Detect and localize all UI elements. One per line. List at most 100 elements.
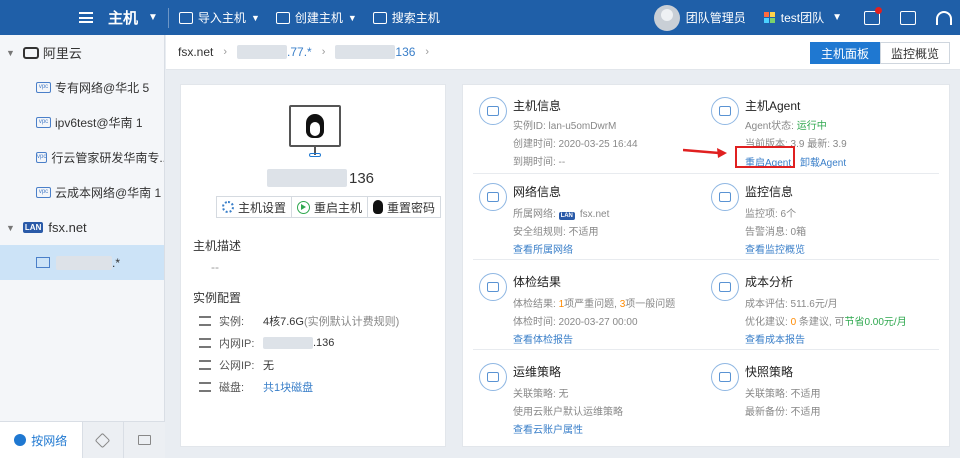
chevron-right-icon: ›: [425, 46, 430, 58]
saving-value: 节省0.00元/月: [844, 317, 907, 328]
config-row-public-ip: 公网IP: 无: [199, 357, 274, 373]
config-value: .136: [313, 337, 335, 349]
card-row: 实例ID: lan-u5omDwrM: [513, 121, 617, 132]
task-icon[interactable]: [892, 0, 924, 35]
disk-icon: [199, 382, 211, 392]
breadcrumb-item[interactable]: .77.*: [287, 45, 312, 59]
card-row: 使用云账户默认运维策略: [513, 407, 623, 418]
reset-password-button[interactable]: 重置密码: [367, 196, 442, 218]
redacted-text: [56, 255, 112, 270]
vpc-icon: vpc: [36, 152, 48, 163]
chevron-right-icon: ›: [223, 46, 228, 58]
view-cloud-account-link[interactable]: 查看云账户属性: [513, 421, 583, 436]
card-title: 主机Agent: [745, 99, 801, 113]
sidebar-group-lan[interactable]: ▼ LAN fsx.net: [0, 210, 164, 245]
message-icon[interactable]: [856, 0, 888, 35]
search-host-button[interactable]: 搜索主机: [372, 9, 440, 26]
chevron-down-icon[interactable]: ▼: [832, 12, 842, 23]
config-key: 实例:: [219, 316, 245, 328]
host-name: 136: [267, 169, 374, 187]
os-base: [309, 153, 321, 157]
host-details-panel: 主机信息 实例ID: lan-u5omDwrM 创建时间: 2020-03-25…: [462, 84, 950, 447]
chevron-down-icon: ▼: [347, 12, 357, 23]
page-title[interactable]: 主机: [108, 7, 138, 28]
card-row: 到期时间: --: [513, 157, 566, 168]
view-monitor-link[interactable]: 查看监控概览: [745, 241, 805, 256]
breadcrumb-item[interactable]: fsx.net: [178, 45, 213, 59]
create-host-label: 创建主机: [294, 11, 343, 25]
sidebar-item-vpc[interactable]: vpc 专有网络@华北 5: [0, 70, 164, 105]
monitor-icon: [479, 97, 507, 125]
config-value: 4核7.6G(实例默认计费规则): [263, 313, 399, 329]
severe-label: 项严重问题,: [564, 299, 620, 310]
menu-icon[interactable]: [66, 0, 106, 35]
monitor-icon: [275, 11, 290, 24]
card-row: 监控项: 6个: [745, 209, 797, 220]
sidebar-item-host[interactable]: .*: [0, 245, 164, 280]
card-title: 体检结果: [513, 275, 562, 289]
sidebar-tabs: 按网络: [0, 421, 165, 458]
search-icon: [372, 11, 387, 24]
breadcrumb: fsx.net › .77.* › 136 › 主机面板 监控概览: [166, 35, 960, 70]
restart-host-button[interactable]: 重启主机: [291, 196, 369, 218]
config-value: 无: [263, 360, 274, 372]
agent-status-value: 运行中: [796, 121, 827, 132]
card-title: 成本分析: [745, 275, 794, 289]
card-row: Agent状态: 运行中: [745, 117, 827, 132]
network-card-icon: [199, 338, 211, 348]
card-title: 网络信息: [513, 185, 562, 199]
tab-by-network[interactable]: 按网络: [0, 422, 83, 458]
view-check-report-link[interactable]: 查看体检报告: [513, 331, 573, 346]
create-host-button[interactable]: 创建主机 ▼: [275, 9, 357, 26]
tab-monitor-overview[interactable]: 监控概览: [879, 42, 950, 64]
view-cost-report-link[interactable]: 查看成本报告: [745, 331, 805, 346]
restart-icon: [297, 200, 311, 214]
instance-spec: 4核7.6G: [263, 316, 304, 328]
tag-icon: [95, 432, 111, 448]
annotation-arrow-icon: [683, 148, 727, 158]
card-title: 主机信息: [513, 99, 562, 113]
monitor-icon: [178, 11, 193, 24]
divider: [167, 7, 169, 28]
card-title: 运维策略: [513, 365, 562, 379]
card-row: 安全组规则: 不适用: [513, 227, 599, 238]
host-actions: 主机设置 重启主机 重置密码: [216, 196, 442, 218]
chevron-down-icon[interactable]: ▼: [6, 48, 15, 58]
redacted-text: [335, 45, 396, 59]
gear-icon: [222, 201, 234, 213]
button-label: 重置密码: [387, 200, 436, 215]
advice-key: 优化建议:: [745, 317, 791, 328]
sidebar-item-vpc[interactable]: vpc 云成本网络@华南 1: [0, 175, 164, 210]
dollar-icon: [711, 273, 739, 301]
aliyun-icon: [22, 46, 39, 59]
uninstall-agent-link[interactable]: 卸载Agent: [800, 154, 846, 169]
folder-icon: [138, 435, 152, 445]
team-name[interactable]: test团队: [781, 9, 824, 26]
tab-host-panel[interactable]: 主机面板: [809, 42, 880, 64]
config-key: 公网IP:: [219, 360, 255, 372]
globe-icon: [14, 434, 27, 446]
sidebar-group-aliyun[interactable]: ▼ 阿里云: [0, 35, 164, 70]
avatar[interactable]: [653, 4, 680, 31]
sidebar: ▼ 阿里云 vpc 专有网络@华北 5 vpc ipv6test@华南 1 vp…: [0, 35, 165, 458]
sidebar-item-label: 行云管家研发华南专...: [51, 151, 164, 165]
sidebar-item-vpc[interactable]: vpc ipv6test@华南 1: [0, 105, 164, 140]
tab-by-folder[interactable]: [124, 422, 165, 458]
chevron-down-icon[interactable]: ▼: [6, 223, 15, 233]
sidebar-item-vpc[interactable]: vpc 行云管家研发华南专...: [0, 140, 164, 175]
breadcrumb-item[interactable]: 136: [395, 45, 415, 59]
disk-link[interactable]: 共1块磁盘: [263, 379, 313, 395]
host-settings-button[interactable]: 主机设置: [216, 196, 293, 218]
import-host-button[interactable]: 导入主机 ▼: [178, 9, 260, 26]
card-row: 所属网络: LAN fsx.net: [513, 205, 609, 220]
linux-icon: [373, 200, 384, 214]
cloud-upload-icon: [711, 97, 739, 125]
headset-icon[interactable]: [928, 0, 960, 35]
chevron-down-icon[interactable]: ▼: [148, 12, 158, 23]
config-key: 磁盘:: [219, 382, 245, 394]
view-network-link[interactable]: 查看所属网络: [513, 241, 573, 256]
host-desc-value: --: [211, 260, 219, 274]
user-name[interactable]: 团队管理员: [686, 9, 746, 26]
tab-by-tag[interactable]: [82, 422, 125, 458]
normal-label: 项一般问题: [625, 299, 676, 310]
